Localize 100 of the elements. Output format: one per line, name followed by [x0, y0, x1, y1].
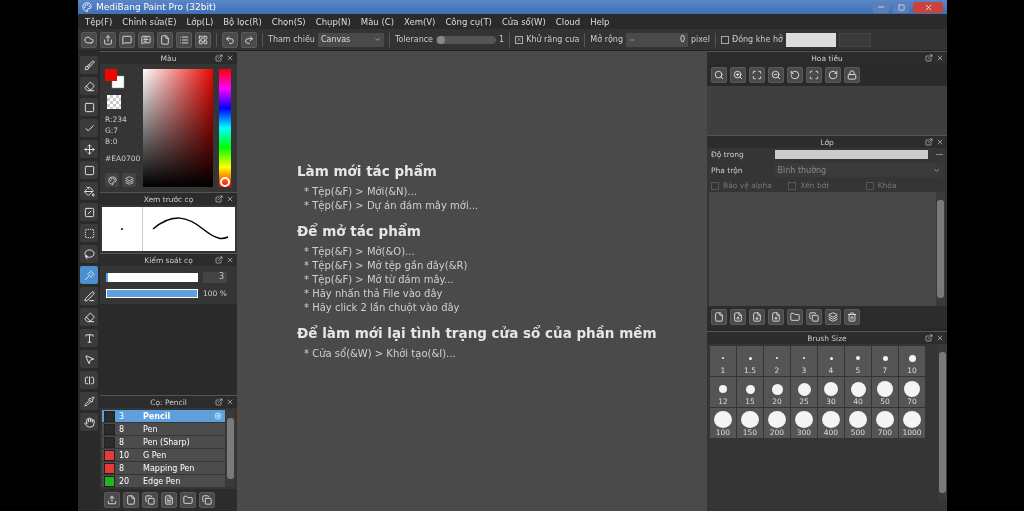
brush-tool-button[interactable] [80, 56, 98, 74]
transparent-swatch[interactable] [107, 95, 121, 109]
delete-button[interactable] [844, 309, 860, 325]
size-slider[interactable] [106, 273, 198, 282]
grid-button[interactable] [195, 31, 211, 48]
menu-item[interactable]: Bộ lọc(R) [218, 16, 267, 27]
duplicate-button[interactable] [199, 492, 215, 508]
blend-dropdown[interactable]: Bình thường [774, 163, 943, 177]
pop-out-icon[interactable] [215, 54, 223, 62]
close-icon[interactable] [936, 54, 944, 62]
undo-button[interactable] [222, 31, 238, 48]
palette-button[interactable] [105, 173, 119, 187]
upload-button[interactable] [104, 492, 120, 508]
close-button[interactable] [913, 1, 943, 13]
opacity-slider[interactable] [106, 289, 198, 298]
size-value[interactable]: 3 [203, 272, 227, 283]
brush-list-item[interactable]: 20 Edge Pen [102, 475, 225, 487]
brush-list-item[interactable]: 8 Pen [102, 423, 225, 435]
merge-button[interactable] [825, 309, 841, 325]
zoom-fit-button[interactable] [711, 67, 727, 83]
color-swatches-drawing[interactable] [105, 69, 125, 89]
brush-list-item[interactable]: 8 Pen (Sharp) [102, 436, 225, 448]
option-checkbox[interactable] [711, 181, 719, 190]
scrollbar[interactable] [936, 192, 945, 306]
redo-button[interactable] [241, 31, 257, 48]
hand-tool-button[interactable] [80, 413, 98, 431]
document-button[interactable] [161, 492, 177, 508]
check-tool-button[interactable] [80, 119, 98, 137]
list-button[interactable] [176, 31, 192, 48]
duplicate-button[interactable] [806, 309, 822, 325]
scrollbar[interactable] [226, 410, 235, 487]
split-square-tool-button[interactable] [80, 371, 98, 389]
menu-item[interactable]: Cửa sổ(W) [496, 16, 551, 27]
pointer-tool-button[interactable] [80, 350, 98, 368]
menu-item[interactable]: Cloud [550, 16, 586, 27]
paint-bucket-tool-button[interactable] [80, 182, 98, 200]
pop-out-icon[interactable] [925, 138, 933, 146]
opacity-field[interactable] [775, 150, 928, 159]
menu-item[interactable]: Chỉnh sửa(E) [117, 16, 182, 27]
pen-line-tool-button[interactable] [80, 287, 98, 305]
eyedropper-tool-button[interactable] [80, 392, 98, 410]
lasso-tool-button[interactable] [80, 245, 98, 263]
square-tool-button[interactable] [80, 98, 98, 116]
close-icon[interactable] [226, 256, 234, 264]
lock-button[interactable] [844, 67, 860, 83]
slider-thumb[interactable] [437, 35, 446, 44]
eraser-tool-button[interactable] [80, 308, 98, 326]
close-icon[interactable] [936, 138, 944, 146]
expand-spinbox[interactable]: 0 [626, 32, 688, 47]
hue-slider[interactable] [219, 69, 231, 187]
folder-button[interactable] [180, 492, 196, 508]
slider-thumb[interactable] [220, 177, 230, 187]
close-icon[interactable] [936, 334, 944, 342]
reference-dropdown[interactable]: Canvas [317, 32, 384, 47]
rotate-left-button[interactable] [787, 67, 803, 83]
menu-item[interactable]: Help [585, 16, 615, 27]
menu-item[interactable]: Lớp(L) [181, 16, 219, 27]
add-layer-button[interactable] [768, 309, 784, 325]
layer-up-button[interactable] [730, 309, 746, 325]
zoom-out-button[interactable] [768, 67, 784, 83]
reset-button[interactable] [806, 67, 822, 83]
rotate-right-button[interactable] [825, 67, 841, 83]
option-checkbox[interactable] [788, 181, 797, 190]
pop-out-icon[interactable] [215, 398, 223, 406]
comment-button[interactable] [138, 31, 154, 48]
pop-out-icon[interactable] [925, 54, 933, 62]
gradient-tool-button[interactable] [80, 203, 98, 221]
dashed-square-tool-button[interactable] [80, 224, 98, 242]
scrollbar[interactable] [938, 344, 947, 501]
copy-button[interactable] [142, 492, 158, 508]
new-layer-button[interactable] [711, 309, 727, 325]
menu-item[interactable]: Chụp(N) [310, 16, 356, 27]
brush-list-item[interactable]: 10 G Pen [102, 449, 225, 461]
speech-bubble-button[interactable] [119, 31, 135, 48]
pop-out-icon[interactable] [925, 334, 933, 342]
folder-button[interactable] [787, 309, 803, 325]
close-icon[interactable] [226, 195, 234, 203]
text-tool-button[interactable] [80, 329, 98, 347]
menu-item[interactable]: Chọn(S) [266, 16, 311, 27]
pop-out-icon[interactable] [215, 256, 223, 264]
share-button[interactable] [100, 31, 116, 48]
menu-item[interactable]: Xem(V) [399, 16, 441, 27]
page-button[interactable] [157, 31, 173, 48]
option-checkbox[interactable] [865, 181, 874, 190]
layer-down-button[interactable] [749, 309, 765, 325]
new-page-button[interactable] [123, 492, 139, 508]
fit-button[interactable] [749, 67, 765, 83]
zoom-in-button[interactable] [730, 67, 746, 83]
layers-button[interactable] [122, 173, 136, 187]
gap-field[interactable] [785, 32, 836, 47]
tolerance-slider[interactable] [436, 35, 497, 44]
menu-item[interactable]: Tệp(F) [80, 16, 118, 27]
close-gap-checkbox[interactable] [720, 35, 729, 44]
cloud-button[interactable] [81, 31, 97, 48]
close-icon[interactable] [226, 54, 234, 62]
filled-square-tool-button[interactable] [80, 161, 98, 179]
eraser-tool-button[interactable] [80, 77, 98, 95]
pop-out-icon[interactable] [215, 195, 223, 203]
close-icon[interactable] [226, 398, 234, 406]
move-tool-button[interactable] [80, 140, 98, 158]
